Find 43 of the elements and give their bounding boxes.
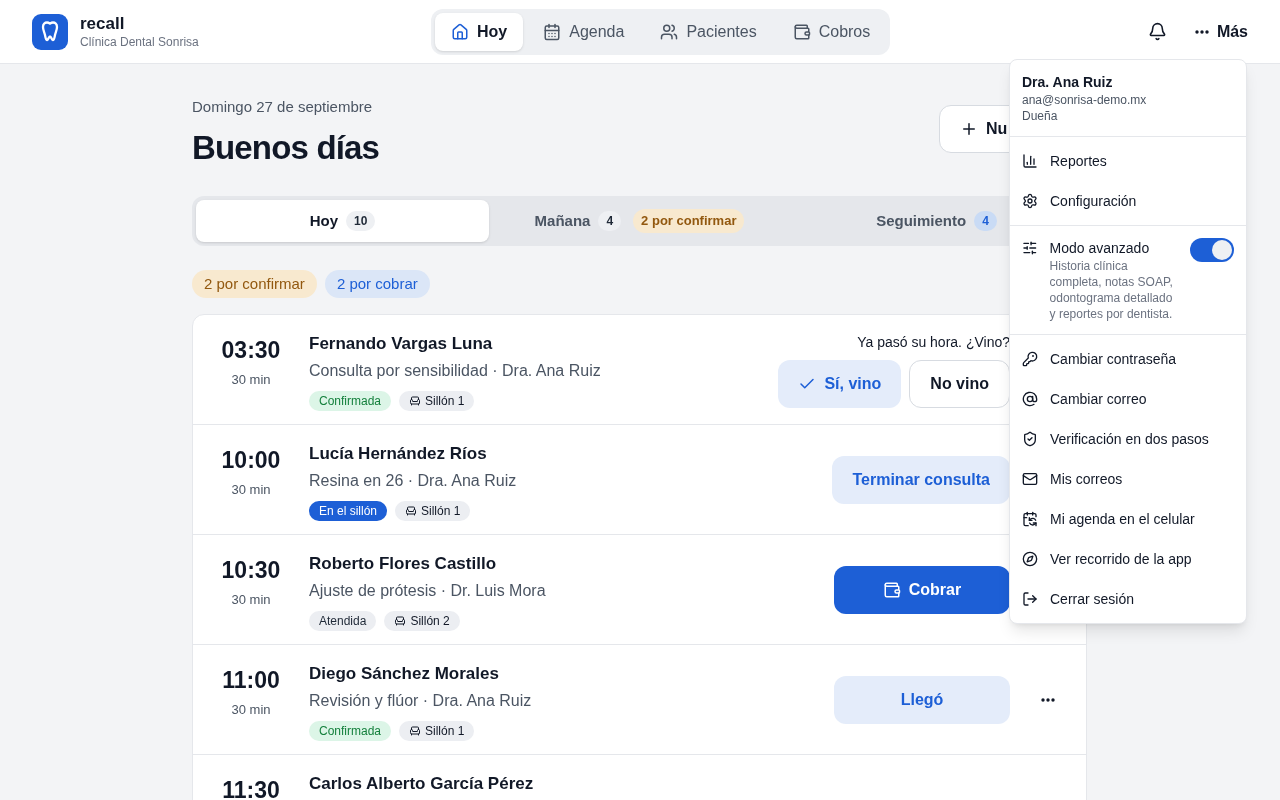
status-badge: En el sillón bbox=[309, 500, 388, 521]
count-badge: 4 bbox=[598, 211, 622, 231]
status-badge: Atendida bbox=[309, 610, 377, 631]
toggle-description: Historia clínica completa, notas SOAP, odontograma detallado y reportes por dentista. bbox=[1049, 258, 1174, 322]
duration-label: 30 min bbox=[231, 700, 271, 719]
duration-label: 30 min bbox=[231, 370, 271, 389]
count-badge: 10 bbox=[346, 211, 376, 231]
patient-name: Carlos Alberto García Pérez bbox=[309, 773, 535, 795]
appointment-time: 10:30 bbox=[221, 556, 281, 585]
appointment-time: 11:30 bbox=[222, 776, 280, 800]
duration-label: 30 min bbox=[231, 590, 271, 609]
user-email: ana@sonrisa-demo.mx bbox=[1022, 92, 1148, 108]
pending-badge: 2 por confirmar bbox=[633, 209, 745, 233]
chair-badge: Sillón 2 bbox=[384, 610, 460, 631]
brand-name: recall bbox=[80, 13, 126, 34]
clinic-name: Clínica Dental Sonrisa bbox=[80, 33, 199, 50]
date-label: Domingo 27 de septiembre bbox=[192, 97, 374, 117]
appointment-detail: Revisión y flúor · Dra. Ana Ruiz bbox=[309, 690, 533, 711]
chair-badge: Sillón 1 bbox=[395, 500, 471, 521]
status-badge: Confirmada bbox=[309, 720, 392, 741]
greeting-title: Buenos días bbox=[192, 127, 380, 168]
tab-label: Hoy bbox=[309, 210, 338, 231]
tab-label: Mañana bbox=[534, 210, 591, 231]
appointment-detail: Resina en 26 · Dra. Ana Ruiz bbox=[309, 470, 518, 491]
duration-label: 30 min bbox=[231, 480, 271, 499]
appointment-time: 03:30 bbox=[221, 336, 281, 365]
appointment-time: 10:00 bbox=[221, 446, 281, 475]
status-badge: Confirmada bbox=[309, 390, 392, 411]
tab-label: Seguimiento bbox=[876, 210, 967, 231]
patient-name: Lucía Hernández Ríos bbox=[309, 443, 488, 465]
toggle-label: Modo avanzado bbox=[1049, 239, 1151, 258]
appointment-detail: Ajuste de prótesis · Dr. Luis Mora bbox=[309, 580, 547, 601]
attendance-prompt: Ya pasó su hora. ¿Vino? bbox=[857, 332, 1010, 352]
count-badge: 4 bbox=[974, 211, 997, 231]
user-name: Dra. Ana Ruiz bbox=[1022, 73, 1114, 92]
chair-badge: Sillón 1 bbox=[399, 720, 475, 741]
appointment-time: 11:00 bbox=[222, 666, 280, 695]
appointment-detail: Consulta por sensibilidad · Dra. Ana Ruiz bbox=[309, 360, 602, 381]
patient-name: Diego Sánchez Morales bbox=[309, 663, 500, 685]
patient-name: Roberto Flores Castillo bbox=[309, 553, 498, 575]
patient-name: Fernando Vargas Luna bbox=[309, 333, 494, 355]
chair-badge: Sillón 1 bbox=[399, 390, 475, 411]
user-role: Dueña bbox=[1022, 108, 1059, 124]
